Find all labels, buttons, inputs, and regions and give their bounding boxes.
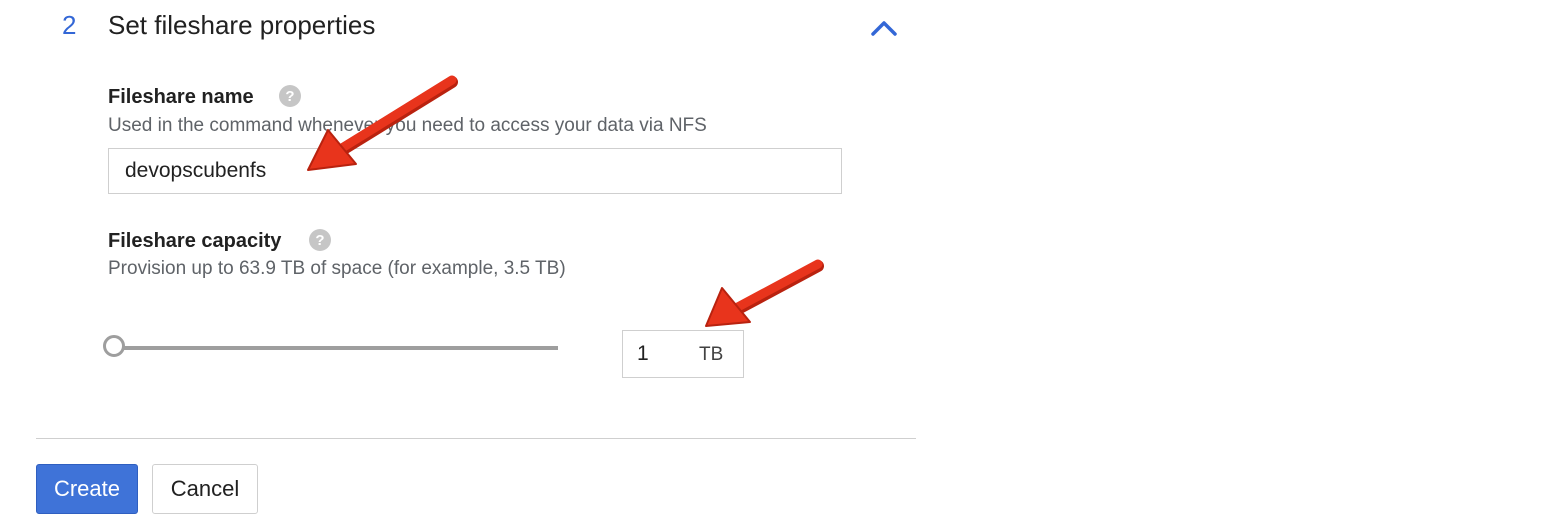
slider-thumb[interactable] bbox=[103, 335, 125, 357]
step-number: 2 bbox=[62, 10, 77, 40]
fileshare-name-label: Fileshare name bbox=[108, 86, 254, 108]
cancel-button[interactable]: Cancel bbox=[152, 464, 258, 514]
divider bbox=[36, 438, 916, 439]
slider-track[interactable] bbox=[118, 346, 558, 350]
capacity-input[interactable] bbox=[637, 339, 687, 369]
help-icon[interactable]: ? bbox=[279, 85, 301, 107]
capacity-field[interactable]: TB bbox=[622, 330, 744, 378]
fileshare-name-hint: Used in the command whenever you need to… bbox=[108, 115, 707, 136]
fileshare-capacity-hint: Provision up to 63.9 TB of space (for ex… bbox=[108, 258, 566, 279]
step-title: Set fileshare properties bbox=[108, 10, 376, 40]
help-icon[interactable]: ? bbox=[309, 229, 331, 251]
chevron-up-icon bbox=[871, 21, 897, 36]
annotation-arrow-icon bbox=[705, 259, 824, 327]
capacity-unit: TB bbox=[699, 344, 724, 365]
create-button[interactable]: Create bbox=[36, 464, 138, 514]
fileshare-name-input[interactable] bbox=[108, 148, 842, 194]
collapse-button[interactable] bbox=[866, 12, 902, 44]
fileshare-capacity-label: Fileshare capacity bbox=[108, 230, 282, 252]
